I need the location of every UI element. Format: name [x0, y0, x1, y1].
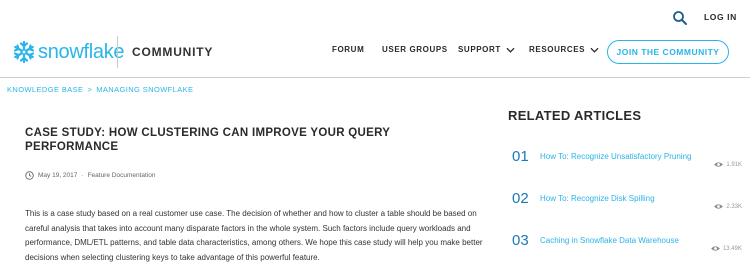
meta-separator: ·: [81, 172, 84, 179]
nav-user-groups[interactable]: USER GROUPS: [382, 45, 448, 54]
nav-support-label: SUPPORT: [458, 45, 501, 54]
related-articles-heading: RELATED ARTICLES: [508, 108, 642, 123]
snowflake-logo-icon: [13, 40, 35, 64]
nav-forum[interactable]: FORUM: [332, 45, 364, 54]
breadcrumb-managing-snowflake[interactable]: MANAGING SNOWFLAKE: [96, 85, 193, 94]
article-meta: May 19, 2017 · Feature Documentation: [25, 171, 156, 180]
related-article-link[interactable]: How To: Recognize Unsatisfactory Pruning: [540, 152, 691, 161]
chevron-down-icon: [590, 47, 599, 53]
related-article-link[interactable]: How To: Recognize Disk Spilling: [540, 194, 655, 203]
article-title: CASE STUDY: HOW CLUSTERING CAN IMPROVE Y…: [25, 127, 391, 153]
view-count: 2.33K: [713, 203, 742, 210]
view-count-value: 13.49K: [722, 245, 742, 252]
site-header: LOG IN snowflake COMMUNITY FORUM USER GR…: [0, 0, 750, 78]
header-divider: [0, 77, 750, 78]
chevron-down-icon: [506, 47, 515, 53]
related-article-link[interactable]: Caching in Snowflake Data Warehouse: [540, 236, 679, 245]
eye-icon: [714, 162, 724, 167]
logo-divider: [117, 36, 118, 68]
eye-icon: [714, 204, 724, 209]
article-body: This is a case study based on a real cus…: [25, 209, 483, 262]
breadcrumb: KNOWLEDGE BASE > MANAGING SNOWFLAKE: [7, 85, 193, 94]
search-icon[interactable]: [672, 10, 688, 26]
snowflake-logo[interactable]: snowflake: [12, 38, 125, 66]
view-count: 1.91K: [713, 161, 742, 168]
nav-resources[interactable]: RESOURCES: [529, 45, 599, 54]
related-article-item[interactable]: 02 How To: Recognize Disk Spilling 2.33K: [512, 190, 742, 220]
login-link[interactable]: LOG IN: [704, 12, 737, 22]
view-count: 13.49K: [710, 245, 742, 252]
brand-wordmark: snowflake: [38, 40, 125, 63]
nav-forum-label: FORUM: [332, 45, 365, 54]
related-article-item[interactable]: 01 How To: Recognize Unsatisfactory Prun…: [512, 148, 742, 178]
nav-resources-label: RESOURCES: [529, 45, 586, 54]
join-community-button[interactable]: JOIN THE COMMUNITY: [607, 40, 729, 64]
view-count-value: 1.91K: [726, 161, 742, 168]
eye-icon: [711, 246, 720, 251]
nav-support[interactable]: SUPPORT: [458, 45, 515, 54]
article-category[interactable]: Feature Documentation: [88, 172, 156, 179]
breadcrumb-knowledge-base[interactable]: KNOWLEDGE BASE: [7, 85, 83, 94]
view-count-value: 2.33K: [726, 203, 742, 210]
related-article-number: 02: [512, 190, 529, 207]
article-date: May 19, 2017: [38, 172, 78, 179]
clock-icon: [25, 171, 34, 180]
related-article-number: 03: [512, 232, 529, 249]
nav-user-groups-label: USER GROUPS: [382, 45, 448, 54]
related-article-number: 01: [512, 148, 529, 165]
community-home-link[interactable]: COMMUNITY: [132, 45, 213, 59]
breadcrumb-separator: >: [87, 85, 93, 94]
related-article-item[interactable]: 03 Caching in Snowflake Data Warehouse 1…: [512, 232, 742, 262]
